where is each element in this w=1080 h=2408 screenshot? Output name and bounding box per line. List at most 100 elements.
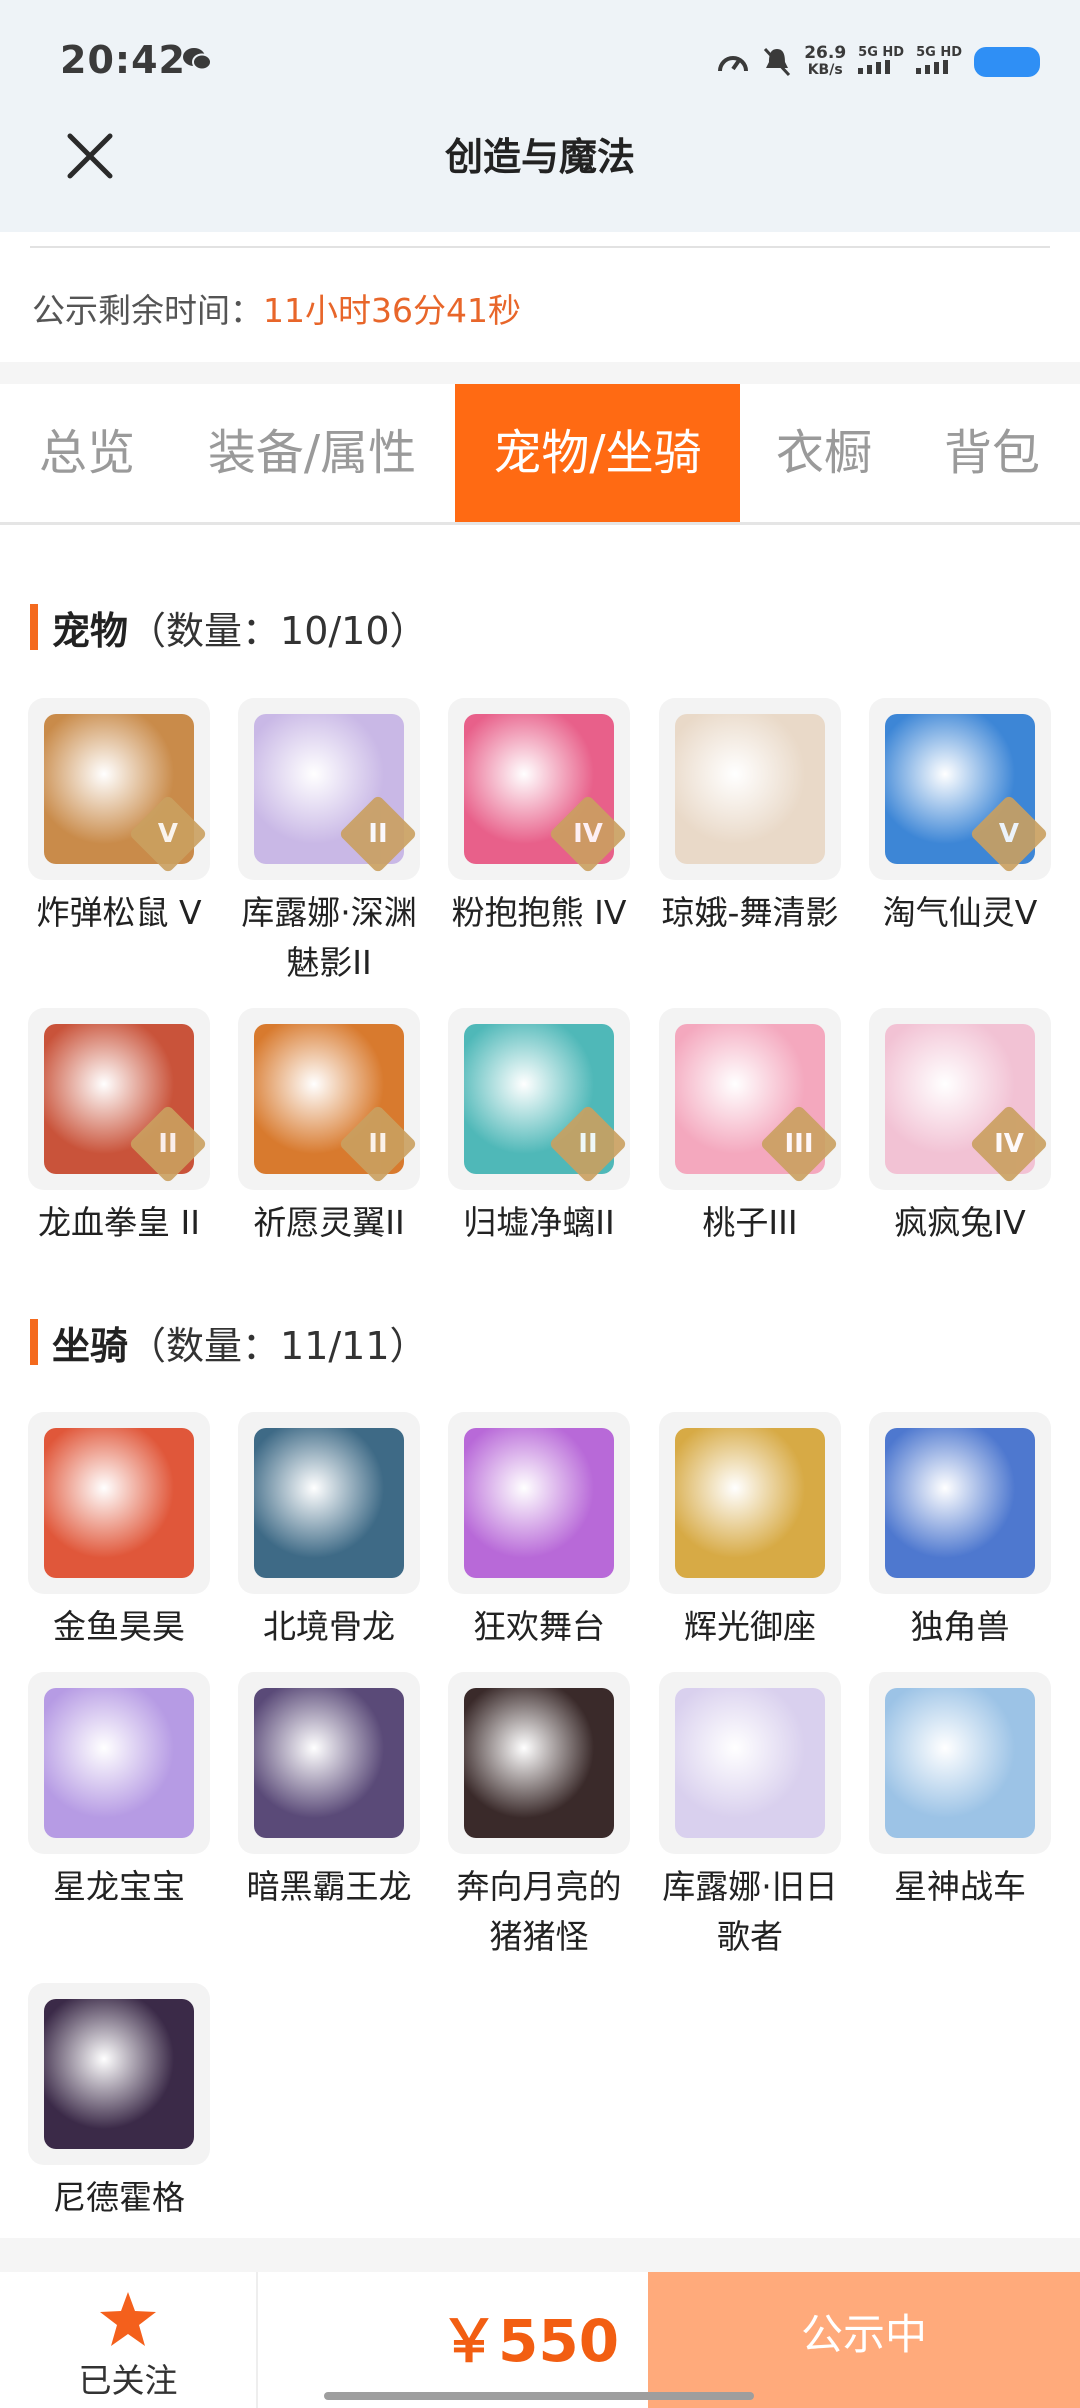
tier-badge: II bbox=[548, 1104, 628, 1184]
list-item[interactable]: II 库露娜·深渊魅影II bbox=[234, 698, 424, 988]
tier-label: V bbox=[157, 819, 179, 849]
item-thumbnail: III bbox=[659, 1008, 841, 1190]
item-name: 炸弹松鼠 V bbox=[36, 893, 202, 932]
item-image bbox=[44, 1688, 194, 1838]
item-thumbnail bbox=[28, 1412, 210, 1594]
item-thumbnail: IV bbox=[869, 1008, 1051, 1190]
item-image bbox=[254, 1428, 404, 1578]
price: ￥550 bbox=[440, 2307, 620, 2375]
list-item[interactable]: 奔向月亮的猪猪怪 bbox=[444, 1672, 634, 1962]
follow-button[interactable]: 已关注 bbox=[0, 2272, 258, 2408]
item-thumbnail: II bbox=[238, 1008, 420, 1190]
tier-badge: V bbox=[128, 794, 208, 874]
list-item[interactable]: 星神战车 bbox=[865, 1672, 1055, 1912]
notice-countdown: 11小时36分41秒 bbox=[263, 291, 521, 330]
top-header: 20:42 26.9 KB/s 5G HD 5G HD 创造与魔法 bbox=[0, 0, 1080, 232]
item-image bbox=[464, 1428, 614, 1578]
item-name: 疯疯兔IV bbox=[894, 1203, 1026, 1242]
tier-label: II bbox=[158, 1129, 178, 1159]
list-item[interactable]: 星龙宝宝 bbox=[24, 1672, 214, 1912]
section-separator bbox=[0, 362, 1080, 384]
item-image bbox=[885, 1428, 1035, 1578]
divider bbox=[30, 246, 1050, 248]
tab-bar: 总览 装备/属性 宠物/坐骑 衣橱 背包 bbox=[0, 384, 1080, 525]
item-thumbnail bbox=[659, 1412, 841, 1594]
list-item[interactable]: 北境骨龙 bbox=[234, 1412, 424, 1652]
item-name: 库露娜·深渊魅影II bbox=[241, 893, 417, 982]
item-thumbnail bbox=[448, 1672, 630, 1854]
follow-label: 已关注 bbox=[78, 2361, 178, 2400]
list-item[interactable]: II 祈愿灵翼II bbox=[234, 1008, 424, 1248]
speedometer-icon bbox=[718, 56, 749, 72]
status-button[interactable]: 公示中 bbox=[648, 2272, 1080, 2408]
list-item[interactable]: 辉光御座 bbox=[655, 1412, 845, 1652]
net-speed-value: 26.9 bbox=[804, 43, 847, 63]
list-item[interactable]: V 淘气仙灵V bbox=[865, 698, 1055, 938]
item-image bbox=[44, 1428, 194, 1578]
list-item[interactable]: 金鱼昊昊 bbox=[24, 1412, 214, 1652]
tier-label: II bbox=[368, 819, 388, 849]
item-image bbox=[675, 1688, 825, 1838]
pets-title: 宠物 bbox=[52, 608, 129, 653]
tier-label: III bbox=[784, 1129, 814, 1159]
item-thumbnail: V bbox=[28, 698, 210, 880]
tier-label: IV bbox=[994, 1129, 1024, 1159]
item-name: 奔向月亮的猪猪怪 bbox=[456, 1867, 622, 1956]
signal-bars-icon bbox=[916, 60, 949, 74]
item-name: 北境骨龙 bbox=[263, 1607, 395, 1646]
tab-wardrobe[interactable]: 衣橱 bbox=[766, 384, 882, 522]
item-thumbnail bbox=[869, 1412, 1051, 1594]
tier-badge: V bbox=[969, 794, 1049, 874]
sim1-label: 5G HD bbox=[858, 45, 905, 60]
item-thumbnail bbox=[238, 1672, 420, 1854]
item-thumbnail bbox=[238, 1412, 420, 1594]
item-thumbnail: II bbox=[28, 1008, 210, 1190]
item-image bbox=[254, 1688, 404, 1838]
signal-bars-icon bbox=[858, 60, 891, 74]
item-name: 琼娥-舞清影 bbox=[661, 893, 839, 932]
list-item[interactable]: II 归墟净螭II bbox=[444, 1008, 634, 1248]
item-name: 粉抱抱熊 IV bbox=[451, 893, 627, 932]
item-thumbnail bbox=[659, 1672, 841, 1854]
item-name: 星神战车 bbox=[894, 1867, 1026, 1906]
mounts-section-title: 坐骑 （数量：11/11） bbox=[30, 1317, 428, 1368]
item-thumbnail bbox=[28, 1672, 210, 1854]
item-image bbox=[885, 1688, 1035, 1838]
item-thumbnail: II bbox=[238, 698, 420, 880]
list-item[interactable]: 琼娥-舞清影 bbox=[655, 698, 845, 938]
battery-icon bbox=[974, 47, 1040, 77]
page-title: 创造与魔法 bbox=[444, 135, 635, 179]
list-item[interactable]: 库露娜·旧日歌者 bbox=[655, 1672, 845, 1962]
wechat-icon bbox=[183, 48, 212, 71]
item-thumbnail: V bbox=[869, 698, 1051, 880]
item-name: 祈愿灵翼II bbox=[253, 1203, 405, 1242]
item-image bbox=[464, 1688, 614, 1838]
list-item[interactable]: IV 疯疯兔IV bbox=[865, 1008, 1055, 1248]
item-name: 归墟净螭II bbox=[463, 1203, 615, 1242]
list-item[interactable]: IV 粉抱抱熊 IV bbox=[444, 698, 634, 938]
tier-label: II bbox=[368, 1129, 388, 1159]
tab-backpack[interactable]: 背包 bbox=[934, 384, 1050, 522]
star-icon bbox=[100, 2292, 156, 2346]
item-name: 暗黑霸王龙 bbox=[246, 1867, 412, 1906]
list-item[interactable]: II 龙血拳皇 II bbox=[24, 1008, 214, 1248]
tab-equipment[interactable]: 装备/属性 bbox=[190, 384, 434, 522]
item-name: 淘气仙灵V bbox=[882, 893, 1038, 932]
status-icons: 26.9 KB/s 5G HD 5G HD bbox=[716, 40, 1040, 84]
item-image bbox=[675, 1428, 825, 1578]
tab-overview[interactable]: 总览 bbox=[30, 384, 144, 522]
net-speed: 26.9 KB/s bbox=[804, 45, 846, 79]
list-item[interactable]: 独角兽 bbox=[865, 1412, 1055, 1652]
item-image bbox=[675, 714, 825, 864]
list-item[interactable]: III 桃子III bbox=[655, 1008, 845, 1248]
section-accent-bar bbox=[30, 604, 38, 650]
list-item[interactable]: 尼德霍格 bbox=[24, 1983, 214, 2223]
item-thumbnail bbox=[448, 1412, 630, 1594]
tab-pets-mounts[interactable]: 宠物/坐骑 bbox=[455, 384, 740, 522]
list-item[interactable]: V 炸弹松鼠 V bbox=[24, 698, 214, 938]
list-item[interactable]: 暗黑霸王龙 bbox=[234, 1672, 424, 1912]
sim2-signal: 5G HD bbox=[916, 46, 962, 78]
list-item[interactable]: 狂欢舞台 bbox=[444, 1412, 634, 1652]
pets-count: （数量：10/10） bbox=[128, 608, 428, 653]
item-thumbnail bbox=[659, 698, 841, 880]
